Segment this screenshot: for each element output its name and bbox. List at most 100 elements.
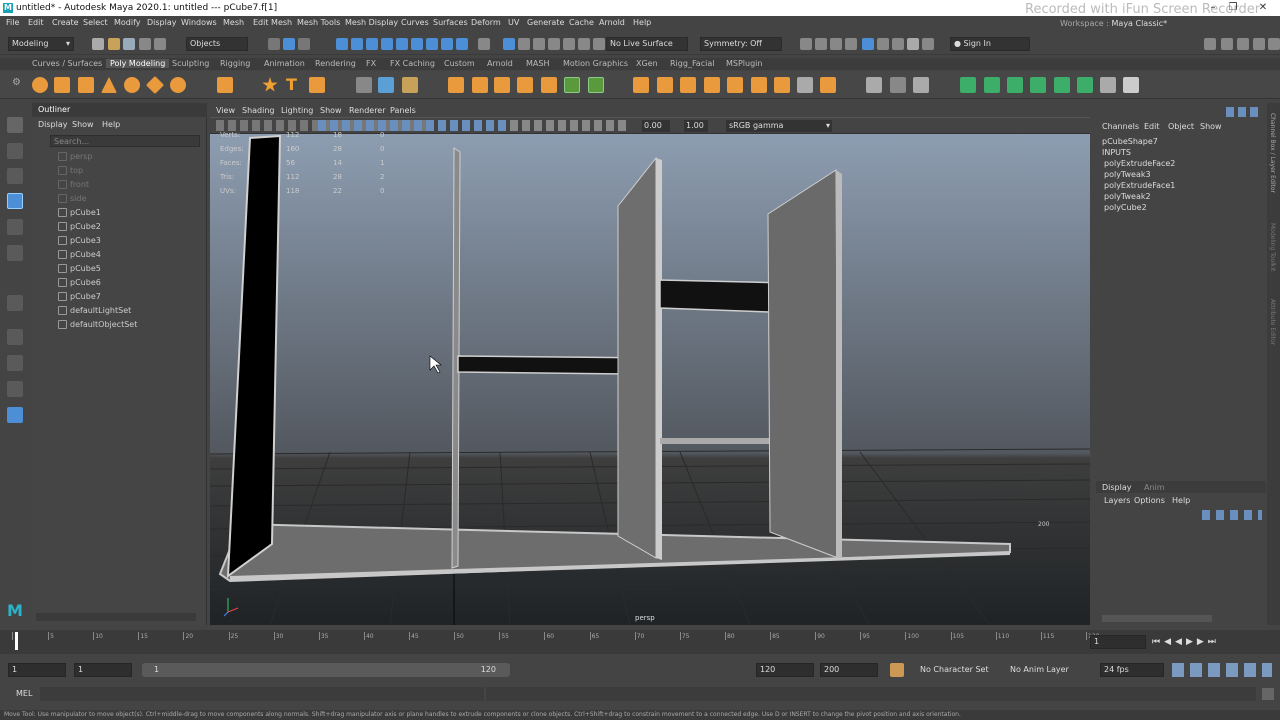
shelf-gear-icon[interactable]: ⚙ [12, 77, 28, 93]
redo-icon[interactable] [154, 38, 166, 50]
channel-toggle-icon[interactable] [1237, 38, 1249, 50]
snap-view-icon[interactable] [381, 38, 393, 50]
menu-curves[interactable]: Curves [401, 18, 429, 27]
camera-uv-icon[interactable] [1054, 77, 1070, 93]
shelf-tab-fx[interactable]: FX [366, 59, 376, 68]
shelf-tab-arnold[interactable]: Arnold [487, 59, 513, 68]
sew-uv-icon[interactable] [1123, 77, 1139, 93]
reduce-icon[interactable] [517, 77, 533, 93]
remesh-icon[interactable] [541, 77, 557, 93]
shelf-tab-poly-modeling[interactable]: Poly Modeling [106, 59, 170, 68]
playback-options-icons[interactable] [1172, 663, 1272, 677]
poly-disc-icon[interactable] [170, 77, 186, 93]
merge-icon[interactable] [727, 77, 743, 93]
isolate-tools-icons[interactable] [510, 120, 630, 131]
viewport-menu-panels[interactable]: Panels [390, 106, 416, 115]
connect-icon[interactable] [913, 77, 929, 93]
channel-box-header-icons[interactable] [1226, 107, 1262, 117]
scene-svg[interactable]: persp 200 [210, 134, 1090, 625]
current-time-indicator[interactable] [15, 632, 18, 650]
auto-key-icon[interactable] [890, 663, 904, 677]
menu-file[interactable]: File [6, 18, 19, 27]
light-editor-icon[interactable] [578, 38, 590, 50]
outliner-menu-display[interactable]: Display [38, 120, 68, 129]
open-scene-icon[interactable] [108, 38, 120, 50]
outliner-item[interactable]: pCube5 [58, 262, 198, 276]
menu-arnold[interactable]: Arnold [599, 18, 625, 27]
select-component-icon[interactable] [298, 38, 310, 50]
channels-menu-channels[interactable]: Channels [1102, 122, 1139, 131]
gamma-field[interactable]: 1.00 [684, 120, 708, 132]
menu-mesh-display[interactable]: Mesh Display [345, 18, 398, 27]
shelf-tab-sculpting[interactable]: Sculpting [172, 59, 209, 68]
pause-icon[interactable] [907, 38, 919, 50]
sign-in-dropdown[interactable]: ● Sign In [950, 37, 1030, 51]
anim-layer-dropdown[interactable]: No Anim Layer [1010, 665, 1069, 674]
toggle-paint-icon[interactable] [593, 38, 605, 50]
platonic-solid-icon[interactable] [217, 77, 233, 93]
snap-curve-icon[interactable] [351, 38, 363, 50]
new-scene-icon[interactable] [92, 38, 104, 50]
outliner-item[interactable]: defaultLightSet [58, 304, 198, 318]
save-scene-icon[interactable] [123, 38, 135, 50]
command-input[interactable] [40, 687, 484, 701]
boolean-icon[interactable] [448, 77, 464, 93]
mirror-icon[interactable] [472, 77, 488, 93]
shelf-tab-msplugin[interactable]: MSPlugin [726, 59, 762, 68]
outliner-item[interactable]: pCube1 [58, 206, 198, 220]
settings-icon[interactable] [1268, 38, 1280, 50]
shelf-tab-fx-caching[interactable]: FX Caching [390, 59, 435, 68]
outliner-item[interactable]: pCube6 [58, 276, 198, 290]
modeling-toolkit-icon[interactable] [1204, 38, 1216, 50]
shelf-tab-curves-surfaces[interactable]: Curves / Surfaces [32, 59, 102, 68]
multi-cut-icon[interactable] [866, 77, 882, 93]
shelf-tab-rendering[interactable]: Rendering [315, 59, 356, 68]
hypershade-icon[interactable] [548, 38, 560, 50]
select-tool-icon[interactable] [7, 117, 23, 133]
menu-windows[interactable]: Windows [181, 18, 217, 27]
snapshot-icon[interactable] [892, 38, 904, 50]
minimize-icon[interactable]: – [1206, 2, 1220, 14]
shelf-tab-motion-graphics[interactable]: Motion Graphics [563, 59, 628, 68]
viewport-menu-shading[interactable]: Shading [242, 106, 275, 115]
outliner-item[interactable]: side [58, 192, 198, 206]
outliner-item[interactable]: pCube2 [58, 220, 198, 234]
right-back-panel[interactable] [767, 169, 839, 559]
scale-tool-icon[interactable] [7, 245, 23, 261]
shelf-tab-mash[interactable]: MASH [526, 59, 549, 68]
two-view-icon[interactable] [7, 381, 23, 397]
viewport-menu-renderer[interactable]: Renderer [349, 106, 386, 115]
character-set-dropdown[interactable]: No Character Set [920, 665, 989, 674]
layer-tab-display[interactable]: Display [1102, 483, 1132, 492]
playback-start-field[interactable]: 1 [74, 663, 132, 677]
poly-torus-icon[interactable] [124, 77, 140, 93]
playback-controls[interactable]: ⏮◀◀▶▶⏭ [1152, 637, 1272, 647]
channel-box-icon[interactable] [830, 38, 842, 50]
spherical-uv-icon[interactable] [1007, 77, 1023, 93]
render-current-icon[interactable] [503, 38, 515, 50]
type-icon[interactable]: T [286, 77, 302, 93]
exposure-field[interactable]: 0.00 [642, 120, 670, 132]
playblast-icon[interactable] [877, 38, 889, 50]
outliner-item[interactable]: pCube7 [58, 290, 198, 304]
cylindrical-uv-icon[interactable] [984, 77, 1000, 93]
snap-pivot-icon[interactable] [426, 38, 438, 50]
poke-icon[interactable] [820, 77, 836, 93]
layer-toggle-icon[interactable] [1253, 38, 1265, 50]
paint-select-icon[interactable] [7, 168, 23, 184]
shelf-tab-xgen[interactable]: XGen [636, 59, 658, 68]
single-view-icon[interactable] [7, 329, 23, 345]
close-icon[interactable]: ✕ [1256, 2, 1270, 14]
snap-grid-icon[interactable] [336, 38, 348, 50]
ipr-render-icon[interactable] [518, 38, 530, 50]
shelf-tab-animation[interactable]: Animation [264, 59, 305, 68]
poly-plane-icon[interactable] [145, 75, 165, 95]
menu-create[interactable]: Create [52, 18, 79, 27]
menu-cache[interactable]: Cache [569, 18, 594, 27]
planar-uv-icon[interactable] [960, 77, 976, 93]
display-tools-icons[interactable] [318, 120, 518, 131]
outliner-item[interactable]: persp [58, 150, 198, 164]
channels-menu-edit[interactable]: Edit [1144, 122, 1160, 131]
poly-cylinder-icon[interactable] [78, 77, 94, 93]
auto-uv-icon[interactable] [1030, 77, 1046, 93]
